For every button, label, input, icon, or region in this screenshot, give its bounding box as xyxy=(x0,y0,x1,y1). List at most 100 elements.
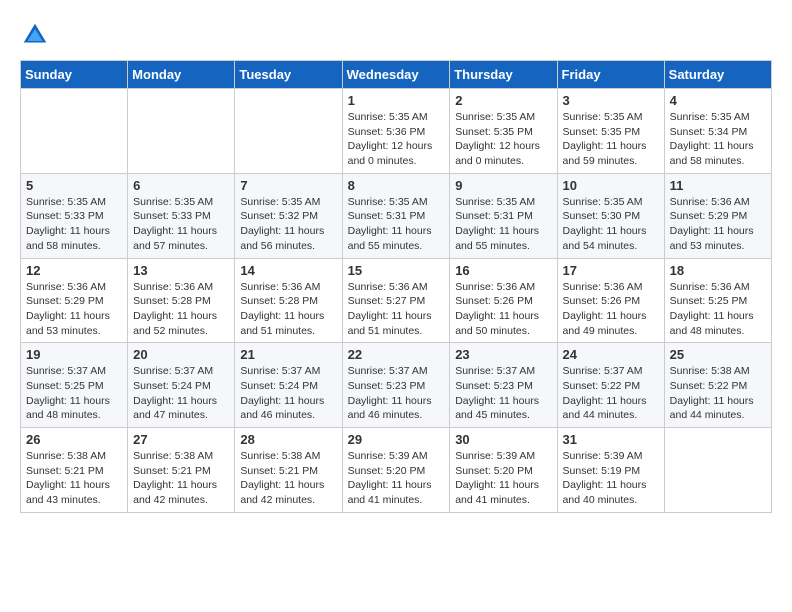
calendar-cell: 10 Sunrise: 5:35 AM Sunset: 5:30 PM Dayli… xyxy=(557,173,664,258)
day-of-week-header: Saturday xyxy=(664,61,771,89)
day-info: Sunrise: 5:37 AM Sunset: 5:23 PM Dayligh… xyxy=(455,364,551,423)
day-of-week-header: Monday xyxy=(128,61,235,89)
calendar-cell: 23 Sunrise: 5:37 AM Sunset: 5:23 PM Dayli… xyxy=(450,343,557,428)
calendar-cell: 20 Sunrise: 5:37 AM Sunset: 5:24 PM Dayli… xyxy=(128,343,235,428)
calendar-week-row: 12 Sunrise: 5:36 AM Sunset: 5:29 PM Dayli… xyxy=(21,258,772,343)
day-number: 18 xyxy=(670,263,766,278)
day-info: Sunrise: 5:37 AM Sunset: 5:24 PM Dayligh… xyxy=(133,364,229,423)
calendar-cell: 30Sunrise: 5:39 AM Sunset: 5:20 PM Dayli… xyxy=(450,428,557,513)
day-number: 27 xyxy=(133,432,229,447)
day-number: 11 xyxy=(670,178,766,193)
day-info: Sunrise: 5:39 AM Sunset: 5:19 PM Dayligh… xyxy=(563,449,659,508)
calendar-cell: 7Sunrise: 5:35 AM Sunset: 5:32 PM Daylig… xyxy=(235,173,342,258)
calendar-cell xyxy=(21,89,128,174)
day-info: Sunrise: 5:36 AM Sunset: 5:26 PM Dayligh… xyxy=(455,280,551,339)
calendar-header: SundayMondayTuesdayWednesdayThursdayFrid… xyxy=(21,61,772,89)
day-number: 19 xyxy=(26,347,122,362)
day-info: Sunrise: 5:38 AM Sunset: 5:22 PM Dayligh… xyxy=(670,364,766,423)
calendar-cell: 22 Sunrise: 5:37 AM Sunset: 5:23 PM Dayli… xyxy=(342,343,450,428)
day-number: 5 xyxy=(26,178,122,193)
day-info: Sunrise: 5:37 AM Sunset: 5:25 PM Dayligh… xyxy=(26,364,122,423)
calendar-cell: 6 Sunrise: 5:35 AM Sunset: 5:33 PM Daylig… xyxy=(128,173,235,258)
calendar-cell: 13Sunrise: 5:36 AM Sunset: 5:28 PM Dayli… xyxy=(128,258,235,343)
day-info: Sunrise: 5:38 AM Sunset: 5:21 PM Dayligh… xyxy=(240,449,336,508)
calendar-cell: 19 Sunrise: 5:37 AM Sunset: 5:25 PM Dayli… xyxy=(21,343,128,428)
calendar-week-row: 19 Sunrise: 5:37 AM Sunset: 5:25 PM Dayli… xyxy=(21,343,772,428)
day-info: Sunrise: 5:39 AM Sunset: 5:20 PM Dayligh… xyxy=(455,449,551,508)
calendar-cell: 24 Sunrise: 5:37 AM Sunset: 5:22 PM Dayli… xyxy=(557,343,664,428)
calendar-table: SundayMondayTuesdayWednesdayThursdayFrid… xyxy=(20,60,772,513)
day-number: 23 xyxy=(455,347,551,362)
day-info: Sunrise: 5:35 AM Sunset: 5:36 PM Dayligh… xyxy=(348,110,445,169)
day-info: Sunrise: 5:37 AM Sunset: 5:23 PM Dayligh… xyxy=(348,364,445,423)
day-number: 8 xyxy=(348,178,445,193)
day-number: 6 xyxy=(133,178,229,193)
day-info: Sunrise: 5:36 AM Sunset: 5:25 PM Dayligh… xyxy=(670,280,766,339)
calendar-cell xyxy=(235,89,342,174)
day-number: 17 xyxy=(563,263,659,278)
day-number: 24 xyxy=(563,347,659,362)
calendar-week-row: 26 Sunrise: 5:38 AM Sunset: 5:21 PM Dayli… xyxy=(21,428,772,513)
calendar-week-row: 1 Sunrise: 5:35 AM Sunset: 5:36 PM Daylig… xyxy=(21,89,772,174)
day-number: 3 xyxy=(563,93,659,108)
day-number: 9 xyxy=(455,178,551,193)
day-number: 7 xyxy=(240,178,336,193)
day-info: Sunrise: 5:36 AM Sunset: 5:29 PM Dayligh… xyxy=(26,280,122,339)
calendar-cell: 11 Sunrise: 5:36 AM Sunset: 5:29 PM Dayli… xyxy=(664,173,771,258)
day-of-week-header: Sunday xyxy=(21,61,128,89)
day-number: 10 xyxy=(563,178,659,193)
logo xyxy=(20,20,56,50)
day-number: 12 xyxy=(26,263,122,278)
day-info: Sunrise: 5:35 AM Sunset: 5:30 PM Dayligh… xyxy=(563,195,659,254)
calendar-cell: 3 Sunrise: 5:35 AM Sunset: 5:35 PM Daylig… xyxy=(557,89,664,174)
header xyxy=(20,20,772,50)
day-info: Sunrise: 5:35 AM Sunset: 5:33 PM Dayligh… xyxy=(26,195,122,254)
day-number: 14 xyxy=(240,263,336,278)
day-number: 31 xyxy=(563,432,659,447)
calendar-cell: 14 Sunrise: 5:36 AM Sunset: 5:28 PM Dayli… xyxy=(235,258,342,343)
day-info: Sunrise: 5:36 AM Sunset: 5:26 PM Dayligh… xyxy=(563,280,659,339)
calendar-cell: 29 Sunrise: 5:39 AM Sunset: 5:20 PM Dayli… xyxy=(342,428,450,513)
day-number: 22 xyxy=(348,347,445,362)
calendar-cell: 9Sunrise: 5:35 AM Sunset: 5:31 PM Daylig… xyxy=(450,173,557,258)
calendar-week-row: 5 Sunrise: 5:35 AM Sunset: 5:33 PM Daylig… xyxy=(21,173,772,258)
logo-icon xyxy=(20,20,50,50)
calendar-cell: 12 Sunrise: 5:36 AM Sunset: 5:29 PM Dayli… xyxy=(21,258,128,343)
calendar-cell: 31 Sunrise: 5:39 AM Sunset: 5:19 PM Dayli… xyxy=(557,428,664,513)
day-number: 25 xyxy=(670,347,766,362)
day-info: Sunrise: 5:36 AM Sunset: 5:28 PM Dayligh… xyxy=(133,280,229,339)
day-number: 28 xyxy=(240,432,336,447)
day-of-week-header: Friday xyxy=(557,61,664,89)
calendar-cell: 8Sunrise: 5:35 AM Sunset: 5:31 PM Daylig… xyxy=(342,173,450,258)
day-info: Sunrise: 5:37 AM Sunset: 5:24 PM Dayligh… xyxy=(240,364,336,423)
day-number: 26 xyxy=(26,432,122,447)
day-number: 20 xyxy=(133,347,229,362)
day-info: Sunrise: 5:36 AM Sunset: 5:29 PM Dayligh… xyxy=(670,195,766,254)
calendar-body: 1 Sunrise: 5:35 AM Sunset: 5:36 PM Daylig… xyxy=(21,89,772,513)
day-number: 29 xyxy=(348,432,445,447)
day-info: Sunrise: 5:39 AM Sunset: 5:20 PM Dayligh… xyxy=(348,449,445,508)
day-info: Sunrise: 5:35 AM Sunset: 5:34 PM Dayligh… xyxy=(670,110,766,169)
calendar-cell: 28 Sunrise: 5:38 AM Sunset: 5:21 PM Dayli… xyxy=(235,428,342,513)
calendar-cell xyxy=(128,89,235,174)
day-number: 1 xyxy=(348,93,445,108)
day-info: Sunrise: 5:35 AM Sunset: 5:35 PM Dayligh… xyxy=(455,110,551,169)
days-of-week-row: SundayMondayTuesdayWednesdayThursdayFrid… xyxy=(21,61,772,89)
day-info: Sunrise: 5:38 AM Sunset: 5:21 PM Dayligh… xyxy=(26,449,122,508)
day-info: Sunrise: 5:35 AM Sunset: 5:35 PM Dayligh… xyxy=(563,110,659,169)
day-info: Sunrise: 5:35 AM Sunset: 5:33 PM Dayligh… xyxy=(133,195,229,254)
day-of-week-header: Tuesday xyxy=(235,61,342,89)
calendar-cell: 18 Sunrise: 5:36 AM Sunset: 5:25 PM Dayli… xyxy=(664,258,771,343)
day-of-week-header: Wednesday xyxy=(342,61,450,89)
calendar-cell: 5 Sunrise: 5:35 AM Sunset: 5:33 PM Daylig… xyxy=(21,173,128,258)
calendar-cell xyxy=(664,428,771,513)
day-info: Sunrise: 5:36 AM Sunset: 5:27 PM Dayligh… xyxy=(348,280,445,339)
calendar-cell: 15Sunrise: 5:36 AM Sunset: 5:27 PM Dayli… xyxy=(342,258,450,343)
day-info: Sunrise: 5:36 AM Sunset: 5:28 PM Dayligh… xyxy=(240,280,336,339)
day-info: Sunrise: 5:37 AM Sunset: 5:22 PM Dayligh… xyxy=(563,364,659,423)
day-number: 2 xyxy=(455,93,551,108)
calendar-cell: 4 Sunrise: 5:35 AM Sunset: 5:34 PM Daylig… xyxy=(664,89,771,174)
calendar-cell: 17 Sunrise: 5:36 AM Sunset: 5:26 PM Dayli… xyxy=(557,258,664,343)
day-number: 4 xyxy=(670,93,766,108)
calendar-cell: 26 Sunrise: 5:38 AM Sunset: 5:21 PM Dayli… xyxy=(21,428,128,513)
